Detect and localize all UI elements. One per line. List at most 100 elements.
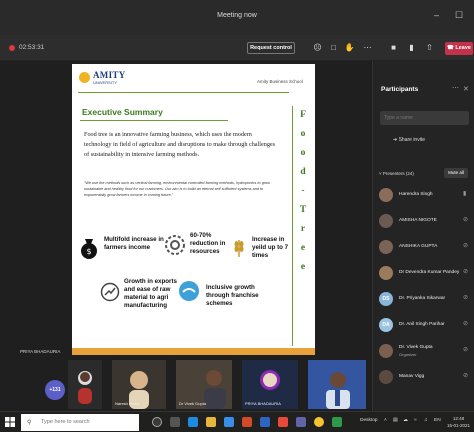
panel-title: Participants [381,86,419,93]
presenters-count: Presenters (24) [382,171,414,176]
chevron-up-icon[interactable]: ˄ [384,418,387,423]
file-explorer-icon[interactable] [206,417,216,427]
teams-icon[interactable] [296,417,306,427]
video-tile[interactable] [68,360,102,409]
participant-name: Manav Vigg [399,374,425,379]
tray-desktop-label[interactable]: Desktop [360,418,378,423]
meeting-toolbar: 02:53:31 Request control ☹ □ ✋ ⋯ ■ ▮ ⇧ ☎… [0,35,474,61]
amity-logo: AMITY UNIVERSITY [79,69,127,89]
mic-off-icon: ⊘ [463,295,469,301]
school-name: Amity Business School [257,79,303,84]
volume-icon[interactable]: ♫ [424,418,428,423]
participant-row[interactable]: AMISHA NIGOTE ⊘ [373,211,474,235]
vertical-divider [292,106,293,346]
mic-off-icon: ⊘ [463,269,469,275]
feature-income: Multifold increase in farmers income [104,236,164,251]
cortana-icon[interactable] [152,417,162,427]
feature-resources: 60-70% reduction in resources [190,232,226,255]
summary-quote: "We use the methods such as vertical far… [84,181,270,197]
camera-icon[interactable]: ■ [388,42,399,53]
windows-start-icon[interactable] [5,417,15,427]
participant-name: ANSHIKA GUPTA [399,244,438,249]
more-options-icon[interactable]: ⋯ [362,42,373,53]
participants-panel: Participants ⋯ ✕ ➔ Share invite ˅ Presen… [372,61,474,411]
request-control-button[interactable]: Request control [247,42,295,54]
presenters-header[interactable]: ˅ Presenters (24) [379,171,414,176]
excel-icon[interactable] [332,417,342,427]
avatar [379,188,393,202]
participant-row[interactable]: ANSHIKA GUPTA ⊘ [373,237,474,261]
leave-button[interactable]: ☎ Leave [445,42,473,55]
video-label: Dr Vivek Gupta [179,401,207,406]
brand-letter: F [300,110,306,120]
participant-row[interactable]: DS Dr. Priyanka Sikarwar ⊘ [373,289,474,313]
microphone-icon[interactable]: ▮ [406,42,417,53]
summary-paragraph: Food tree is an innovative farming busin… [84,131,276,158]
avatar [379,214,393,228]
clock-time: 12:48 [452,416,465,421]
mute-all-button[interactable]: Mute all [444,168,468,178]
chrome-icon[interactable] [314,417,324,427]
edge-icon[interactable] [188,417,198,427]
network-icon[interactable]: ▤ [393,418,398,423]
video-tile[interactable]: Naresh Kedia [112,360,166,409]
participant-row[interactable]: Harendra Singh ▮ [373,185,474,209]
brand-letter: d [300,167,306,177]
powerpoint-icon[interactable] [242,417,252,427]
participant-row[interactable]: Dr Devendra Kumar Pandey ⊘ [373,263,474,287]
participant-row[interactable]: Manav Vigg ⊘ [373,367,474,391]
shared-slide: AMITY UNIVERSITY Amity Business School E… [72,64,315,355]
wheat-icon [234,240,244,257]
participant-search-input[interactable] [380,111,469,125]
task-view-icon[interactable] [170,417,180,427]
video-tile[interactable]: Dr Vivek Gupta [176,360,232,409]
leave-label: Leave [455,45,471,51]
mic-off-icon: ⊘ [463,347,469,353]
teams-meeting-window: Meeting now – ☐ 02:53:31 Request control… [0,0,474,432]
taskbar-search-input[interactable] [21,414,139,431]
presenter-label: PRIYA BHADAURIA [20,349,61,354]
feature-exports: Growth in exports and ease of raw materi… [124,278,177,309]
avatar [379,240,393,254]
chat-icon[interactable]: □ [328,42,339,53]
participants-icon[interactable]: ☹ [312,42,323,53]
minimize-icon[interactable]: – [434,10,439,20]
logo-emblem-icon [79,72,90,83]
language-icon[interactable]: EN [434,418,441,423]
video-label: PRIYA BHADAURIA [245,401,281,406]
participant-row[interactable]: Dr. Vivek Gupta Organizer ⊘ [373,341,474,365]
avatar [78,371,92,404]
word-icon[interactable] [260,417,270,427]
more-participants-badge[interactable]: +131 [45,380,65,400]
video-tile[interactable] [308,360,366,409]
participant-row[interactable]: DA Dr. Anil Singh Parihar ⊘ [373,315,474,339]
feature-franchise: Inclusive growth through franchise schem… [206,284,259,307]
avatar: DA [379,318,393,332]
close-icon[interactable]: ✕ [463,85,469,93]
avatar [379,370,393,384]
share-screen-icon[interactable]: ⇧ [424,42,435,53]
raise-hand-icon[interactable]: ✋ [344,42,355,53]
maximize-icon[interactable]: ☐ [455,10,463,21]
mic-off-icon: ⊘ [463,373,469,379]
participant-name: AMISHA NIGOTE [399,218,437,223]
svg-text:$: $ [86,247,91,256]
handshake-icon [179,281,199,301]
video-label: Naresh Kedia [115,401,140,406]
store-icon[interactable] [224,417,234,427]
cloud-icon[interactable]: ☁ [403,418,408,423]
gear-icon [165,235,185,255]
pdf-icon[interactable] [278,417,288,427]
wifi-icon[interactable]: ≈ [414,418,417,423]
mic-off-icon: ⊘ [463,217,469,223]
mic-off-icon: ⊘ [463,321,469,327]
panel-more-icon[interactable]: ⋯ [452,84,459,92]
vertical-brand-text: F o o d - T r e e [296,106,310,277]
share-invite-button[interactable]: ➔ Share invite [393,137,425,143]
brand-letter: r [300,224,306,234]
participant-name: Dr. Priyanka Sikarwar [399,296,446,301]
brand-letter: o [300,148,306,158]
taskbar-clock[interactable]: 12:48 15-01-2021 [447,415,470,429]
video-tile[interactable]: PRIYA BHADAURIA [242,360,298,409]
header-divider [78,92,289,93]
